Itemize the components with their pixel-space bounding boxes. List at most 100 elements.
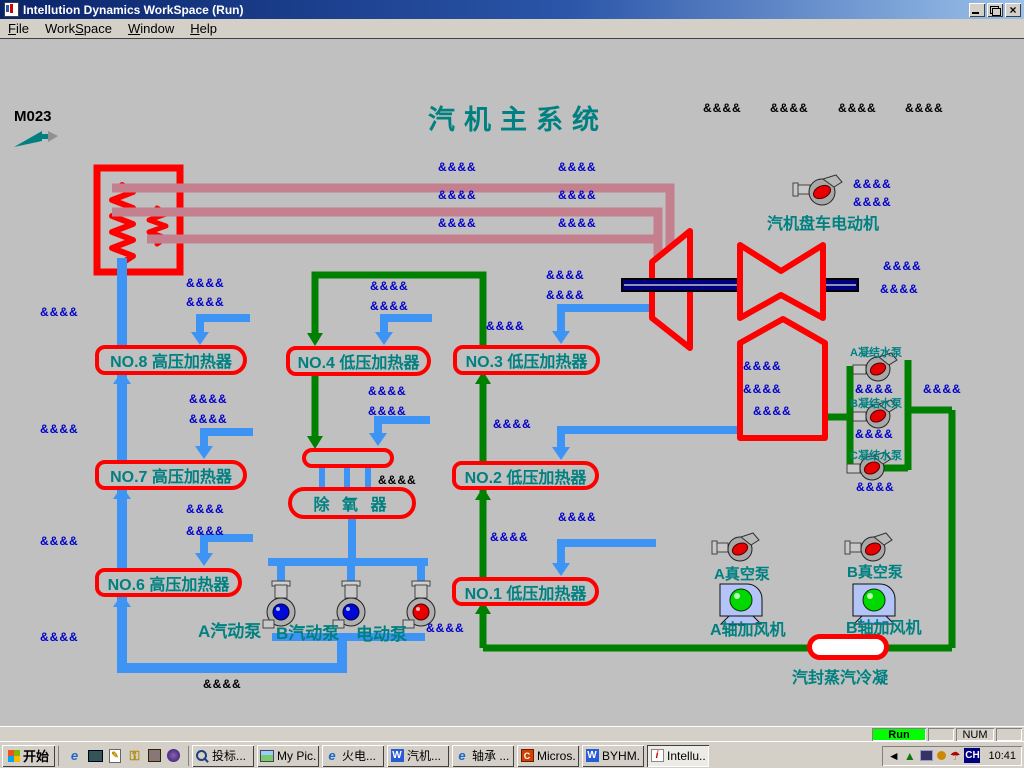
- taskbar-button[interactable]: 投标...: [192, 745, 254, 767]
- menu-file[interactable]: File: [0, 20, 37, 37]
- motor-pump-label: 电动泵: [356, 620, 407, 645]
- status-cell: [928, 728, 954, 741]
- document-icon[interactable]: ✎: [109, 749, 121, 763]
- start-label: 开始: [23, 746, 49, 765]
- coil-icon: [112, 185, 133, 263]
- person-icon[interactable]: [937, 751, 946, 760]
- deaerator-header[interactable]: [302, 448, 394, 468]
- title-bar[interactable]: Intellution Dynamics WorkSpace (Run) ×: [0, 0, 1024, 19]
- menu-window[interactable]: Window: [120, 20, 182, 37]
- taskbar-button[interactable]: Micros...: [517, 745, 579, 767]
- ie-icon: [325, 749, 339, 763]
- umbrella-icon[interactable]: ☂: [950, 750, 961, 762]
- taskbar-button[interactable]: My Pic...: [257, 745, 319, 767]
- tag-value: &&&&: [189, 392, 228, 406]
- tag-value: &&&&: [853, 195, 892, 209]
- tag-value: &&&&: [438, 188, 477, 202]
- tag-value: &&&&: [189, 412, 228, 426]
- show-desktop-icon[interactable]: [88, 750, 103, 762]
- word-icon: [390, 749, 404, 763]
- cond-pump-b-label: B凝结水泵: [850, 395, 902, 411]
- tag-value: &&&&: [558, 188, 597, 202]
- tag-value: &&&&: [838, 101, 877, 115]
- tag-value: &&&&: [855, 382, 894, 396]
- globe-icon[interactable]: [167, 749, 180, 762]
- taskbar-button[interactable]: BYHM...: [582, 745, 644, 767]
- tag-value: &&&&: [743, 382, 782, 396]
- clock: 10:41: [984, 750, 1016, 762]
- cond-pump-c-label: C凝结水泵: [850, 447, 902, 463]
- tag-value: &&&&: [40, 422, 79, 436]
- vacuum-pump-a-label: A真空泵: [714, 563, 770, 584]
- menu-help[interactable]: Help: [182, 20, 225, 37]
- deaerator[interactable]: 除 氧 器: [288, 487, 416, 519]
- tag-value: &&&&: [426, 621, 465, 635]
- start-button[interactable]: 开始: [2, 745, 55, 767]
- condenser: [740, 319, 825, 438]
- heater-no3[interactable]: NO.3 低压加热器: [453, 345, 600, 375]
- menu-workspace[interactable]: WorkSpace: [37, 20, 120, 37]
- close-button[interactable]: ×: [1005, 3, 1021, 17]
- tag-value: &&&&: [905, 101, 944, 115]
- tag-value: &&&&: [486, 319, 525, 333]
- tag-value: &&&&: [186, 502, 225, 516]
- taskbar-button[interactable]: 轴承 ...: [452, 745, 514, 767]
- window-title: Intellution Dynamics WorkSpace (Run): [23, 3, 243, 17]
- key-icon[interactable]: ⚿: [127, 748, 142, 763]
- heater-no2[interactable]: NO.2 低压加热器: [452, 461, 599, 490]
- tag-value: &&&&: [855, 427, 894, 441]
- run-mode-badge: Run: [872, 728, 926, 741]
- tag-value: &&&&: [923, 382, 962, 396]
- tag-value: &&&&: [703, 101, 742, 115]
- windows-logo-icon: [8, 750, 20, 762]
- steam-pump-b-label: B汽动泵: [276, 619, 339, 644]
- monitor-icon[interactable]: [920, 750, 933, 761]
- taskbar-button[interactable]: 汽机...: [387, 745, 449, 767]
- tag-value: &&&&: [743, 359, 782, 373]
- ime-language-badge[interactable]: CH: [964, 748, 980, 763]
- cond-pump-a-label: A凝结水泵: [850, 344, 902, 360]
- magnifier-icon: [195, 749, 209, 763]
- nav-arrow[interactable]: [14, 131, 58, 147]
- tag-value: &&&&: [370, 299, 409, 313]
- minimize-button[interactable]: [969, 3, 985, 17]
- heater-no6[interactable]: NO.6 高压加热器: [95, 568, 242, 597]
- tag-value: &&&&: [186, 276, 225, 290]
- taskbar-button[interactable]: 火电...: [322, 745, 384, 767]
- heater-no7[interactable]: NO.7 高压加热器: [95, 460, 247, 490]
- tag-value: &&&&: [856, 480, 895, 494]
- tag-value: &&&&: [368, 384, 407, 398]
- taskbar-button-active[interactable]: Intellu...: [647, 745, 709, 767]
- tag-value: &&&&: [880, 282, 919, 296]
- hmi-canvas: M023 汽机主系统 NO.8 高压加热器 NO.4 低压加热器 NO.3 低压…: [0, 39, 1024, 726]
- tag-value: &&&&: [558, 160, 597, 174]
- intellution-icon: [650, 749, 664, 763]
- speaker-icon[interactable]: ◄: [888, 750, 900, 762]
- fan-a-label: A轴加风机: [710, 616, 786, 640]
- organizer-icon[interactable]: [148, 749, 161, 762]
- heater-no8[interactable]: NO.8 高压加热器: [95, 345, 247, 375]
- turning-motor-icon[interactable]: [793, 175, 842, 205]
- tag-value: &&&&: [40, 630, 79, 644]
- ie-icon[interactable]: e: [67, 748, 82, 763]
- desktop: Intellution Dynamics WorkSpace (Run) × F…: [0, 0, 1024, 768]
- tag-value: &&&&: [40, 534, 79, 548]
- ie-icon: [455, 749, 469, 763]
- vacuum-pump-a-icon[interactable]: [712, 533, 759, 561]
- tag-value: &&&&: [438, 216, 477, 230]
- system-tray: ◄ ▲ ☂ CH 10:41: [882, 746, 1022, 766]
- green-arrow-icon[interactable]: ▲: [904, 750, 916, 762]
- screen-marker: M023: [14, 108, 52, 125]
- vacuum-pump-b-icon[interactable]: [845, 533, 892, 561]
- heater-no4[interactable]: NO.4 低压加热器: [286, 346, 431, 376]
- office-icon: [520, 749, 534, 763]
- word-icon: [585, 749, 599, 763]
- tag-value: &&&&: [490, 530, 529, 544]
- tag-value: &&&&: [378, 473, 417, 487]
- heater-no1[interactable]: NO.1 低压加热器: [452, 577, 599, 606]
- restore-button[interactable]: [987, 3, 1003, 17]
- status-cell: [996, 728, 1022, 741]
- turning-motor-label: 汽机盘车电动机: [767, 210, 879, 234]
- screen-title: 汽机主系统: [428, 98, 608, 137]
- tag-value: &&&&: [493, 417, 532, 431]
